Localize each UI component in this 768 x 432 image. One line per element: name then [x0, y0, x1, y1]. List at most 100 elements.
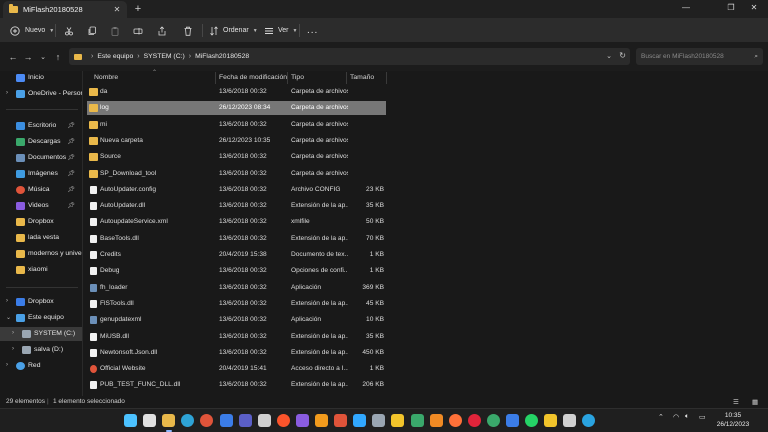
- file-row[interactable]: PUB_TEST_FUNC_DLL.dll 13/6/2018 00:32 Exte…: [87, 378, 386, 392]
- address-history-chevron-icon[interactable]: ⌄: [606, 52, 612, 60]
- file-row[interactable]: FlSTools.dll 13/6/2018 00:32 Extensión de …: [87, 297, 386, 311]
- file-row[interactable]: Debug 13/6/2018 00:32 Opciones de confi...…: [87, 264, 386, 278]
- sidebar-item[interactable]: › Red: [0, 359, 82, 373]
- file-row[interactable]: fh_loader 13/6/2018 00:32 Aplicación 369 KB: [87, 281, 386, 295]
- file-row[interactable]: MiUSB.dll 13/6/2018 00:32 Extensión de la …: [87, 330, 386, 344]
- sidebar-item[interactable]: Inicio: [0, 71, 82, 85]
- minimize-button[interactable]: —: [675, 0, 697, 16]
- cut-button[interactable]: [64, 23, 74, 38]
- column-divider[interactable]: [215, 72, 216, 84]
- copy-button[interactable]: [87, 23, 97, 38]
- telegram-icon[interactable]: [582, 414, 596, 427]
- file-row[interactable]: Newtonsoft.Json.dll 13/6/2018 00:32 Extens…: [87, 346, 386, 360]
- file-row[interactable]: AutoUpdater.dll 13/6/2018 00:32 Extensión …: [87, 199, 386, 213]
- breadcrumb-miflash[interactable]: MiFlash20180528: [195, 53, 249, 60]
- wifi-icon[interactable]: ◠: [673, 413, 679, 421]
- file-row[interactable]: Credits 20/4/2019 15:38 Documento de tex..…: [87, 248, 386, 262]
- sidebar-item[interactable]: ⌄ Este equipo: [0, 311, 82, 325]
- chrome2-icon[interactable]: [486, 414, 500, 427]
- file-row[interactable]: AutoupdateService.xml 13/6/2018 00:32 xmlf…: [87, 215, 386, 229]
- new-button[interactable]: Nuevo ▼: [10, 23, 54, 38]
- chrome-icon[interactable]: [200, 414, 214, 427]
- close-button[interactable]: ✕: [743, 0, 765, 16]
- view-button[interactable]: Ver ▼: [264, 23, 297, 38]
- more-options-button[interactable]: ...: [307, 23, 318, 38]
- sidebar-item[interactable]: Videos 📌︎: [0, 199, 82, 213]
- edge-icon[interactable]: [181, 414, 195, 427]
- tray-overflow-chevron-icon[interactable]: ⌃: [658, 413, 664, 421]
- file-row[interactable]: genupdatexml 13/6/2018 00:32 Aplicación 10 …: [87, 313, 386, 327]
- breadcrumb-system-c[interactable]: SYSTEM (C:): [144, 53, 185, 60]
- maximize-button[interactable]: ❐: [720, 0, 742, 16]
- brave-icon[interactable]: [276, 414, 290, 427]
- file-row[interactable]: Nueva carpeta 26/12/2023 10:35 Carpeta de …: [87, 134, 386, 148]
- vlc-icon[interactable]: [429, 414, 443, 427]
- sidebar-item[interactable]: › SYSTEM (C:): [0, 327, 82, 341]
- media-icon[interactable]: [334, 414, 348, 427]
- sidebar-item[interactable]: Dropbox: [0, 215, 82, 229]
- magnifier-icon[interactable]: [315, 414, 328, 427]
- file-row[interactable]: BaseTools.dll 13/6/2018 00:32 Extensión de…: [87, 232, 386, 246]
- column-header-date[interactable]: Fecha de modificación: [219, 71, 287, 83]
- expand-chevron-icon[interactable]: ›: [6, 90, 8, 96]
- firefox-icon[interactable]: [448, 414, 462, 427]
- sidebar-item[interactable]: xiaomi: [0, 263, 82, 277]
- word-icon[interactable]: [219, 414, 233, 427]
- expand-chevron-icon[interactable]: ›: [6, 362, 8, 368]
- file-row[interactable]: log 26/12/2023 08:34 Carpeta de archivos: [87, 101, 386, 116]
- file-row[interactable]: AutoUpdater.config 13/6/2018 00:32 Archivo…: [87, 183, 386, 197]
- search-icon[interactable]: [143, 414, 157, 427]
- expand-chevron-icon[interactable]: ›: [12, 346, 14, 352]
- volume-icon[interactable]: 🔈︎: [685, 413, 689, 421]
- file-explorer-icon[interactable]: [162, 414, 176, 427]
- rename-button[interactable]: [133, 23, 143, 38]
- paste-button[interactable]: [110, 23, 120, 38]
- sidebar-item[interactable]: Música 📌︎: [0, 183, 82, 197]
- sort-button[interactable]: Ordenar ▼: [209, 23, 258, 38]
- sidebar-item[interactable]: Descargas 📌︎: [0, 135, 82, 149]
- windows-start-icon[interactable]: [124, 414, 137, 427]
- sidebar-item[interactable]: modernos y univers: [0, 247, 82, 261]
- expand-chevron-icon[interactable]: ›: [12, 330, 14, 336]
- tiles-view-icon[interactable]: ▦: [752, 398, 758, 406]
- notes-icon[interactable]: [544, 414, 558, 427]
- column-divider[interactable]: [287, 72, 288, 84]
- file-row[interactable]: Source 13/6/2018 00:32 Carpeta de archivos: [87, 150, 386, 164]
- photoshop-icon[interactable]: [353, 414, 367, 427]
- whatsapp-icon[interactable]: [525, 414, 539, 427]
- column-header-name[interactable]: Nombre: [94, 71, 118, 83]
- share-button[interactable]: [157, 23, 167, 38]
- file-row[interactable]: SP_Download_tool 13/6/2018 00:32 Carpeta d…: [87, 167, 386, 181]
- column-divider[interactable]: [386, 72, 387, 84]
- refresh-icon[interactable]: ↻: [619, 51, 626, 60]
- snip-icon[interactable]: [563, 414, 577, 427]
- address-bar[interactable]: › Este equipo › SYSTEM (C:) › MiFlash201…: [69, 48, 630, 65]
- sidebar-item[interactable]: › OneDrive - Persona: [0, 87, 82, 101]
- task-view-icon[interactable]: [257, 414, 271, 427]
- vpn-icon[interactable]: [295, 414, 309, 427]
- battery-icon[interactable]: ▭: [699, 413, 706, 421]
- expand-chevron-icon[interactable]: ⌄: [6, 314, 11, 321]
- up-button[interactable]: ↑: [52, 51, 64, 63]
- sidebar-item[interactable]: Escritorio 📌︎: [0, 119, 82, 133]
- sidebar-item[interactable]: › Dropbox: [0, 295, 82, 309]
- sidebar-item[interactable]: lada vesta: [0, 231, 82, 245]
- sidebar-item[interactable]: › salva (D:): [0, 343, 82, 357]
- maps-icon[interactable]: [410, 414, 424, 427]
- file-row[interactable]: Official Website 20/4/2019 15:41 Acceso di…: [87, 362, 386, 376]
- new-tab-button[interactable]: +: [131, 2, 145, 16]
- breadcrumb-este-equipo[interactable]: Este equipo: [97, 53, 133, 60]
- sidebar-item[interactable]: Documentos 📌︎: [0, 151, 82, 165]
- file-row[interactable]: mi 13/6/2018 00:32 Carpeta de archivos: [87, 118, 386, 132]
- search-input[interactable]: Buscar en MiFlash20180528 ⌕: [636, 48, 763, 65]
- file-row[interactable]: da 13/6/2018 00:32 Carpeta de archivos: [87, 85, 386, 99]
- recent-locations-button[interactable]: ⌄: [37, 51, 49, 63]
- column-header-type[interactable]: Tipo: [291, 71, 304, 83]
- sidebar-item[interactable]: Imágenes 📌︎: [0, 167, 82, 181]
- column-header-size[interactable]: Tamaño: [350, 71, 374, 83]
- tab-miflash[interactable]: MiFlash20180528 ✕: [3, 1, 127, 18]
- store-icon[interactable]: [506, 414, 519, 427]
- aimp-icon[interactable]: [391, 414, 405, 427]
- forward-button[interactable]: →: [22, 51, 34, 63]
- expand-chevron-icon[interactable]: ›: [6, 298, 8, 304]
